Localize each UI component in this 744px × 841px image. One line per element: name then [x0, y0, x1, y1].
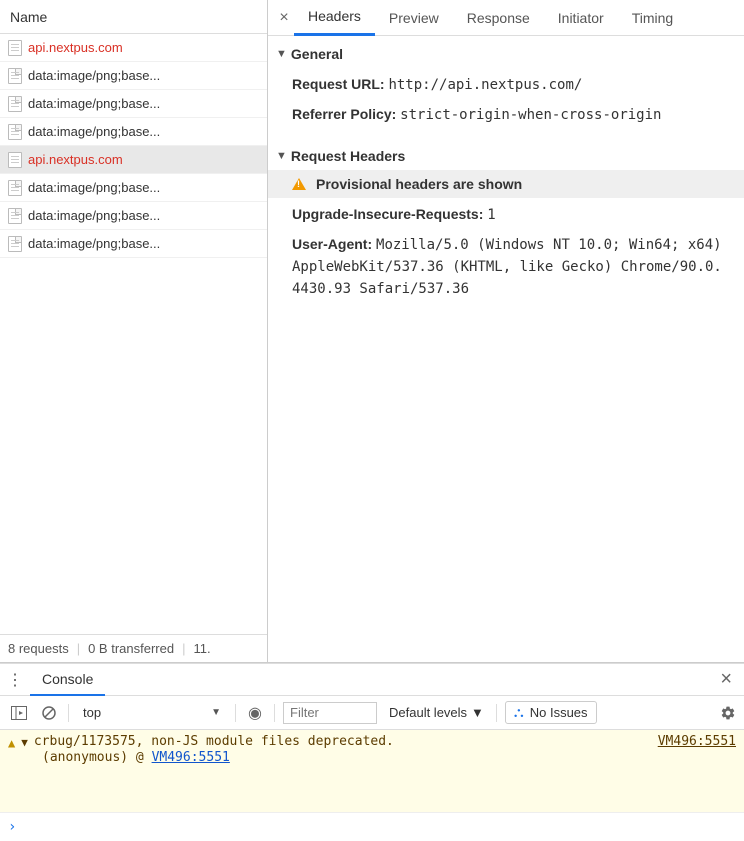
stack-trace-line: (anonymous) @ VM496:5551	[8, 750, 736, 765]
expand-triangle-icon[interactable]: ▼	[21, 736, 28, 749]
image-file-icon	[8, 236, 22, 252]
collapse-triangle-icon: ▼	[276, 150, 287, 162]
request-name: api.nextpus.com	[28, 152, 123, 167]
tab-initiator[interactable]: Initiator	[544, 0, 618, 36]
console-drawer: ⋮ Console × top ▼ ◉ Default levels ▼ ⛬ N…	[0, 663, 744, 841]
collapse-triangle-icon: ▼	[276, 48, 287, 60]
log-levels-selector[interactable]: Default levels ▼	[385, 705, 488, 720]
dropdown-icon: ▼	[471, 705, 484, 720]
request-headers-section-header[interactable]: ▼ Request Headers	[268, 140, 744, 170]
headers-content: ▼ General Request URL: http://api.nextpu…	[268, 36, 744, 662]
image-file-icon	[8, 180, 22, 196]
image-file-icon	[8, 68, 22, 84]
request-name: data:image/png;base...	[28, 180, 160, 195]
network-status-bar: 8 requests | 0 B transferred | 11.	[0, 634, 267, 662]
dropdown-icon: ▼	[211, 707, 221, 718]
header-row: Referrer Policy: strict-origin-when-cros…	[268, 100, 744, 130]
request-name: data:image/png;base...	[28, 124, 160, 139]
console-warning-message: crbug/1173575, non-JS module files depre…	[34, 734, 652, 749]
provisional-headers-warning: Provisional headers are shown	[268, 170, 744, 198]
request-row[interactable]: api.nextpus.com	[0, 34, 267, 62]
name-column-header[interactable]: Name	[0, 0, 267, 34]
request-row[interactable]: data:image/png;base...	[0, 118, 267, 146]
clear-console-button[interactable]	[38, 702, 60, 724]
document-file-icon	[8, 40, 22, 56]
toggle-sidebar-button[interactable]	[8, 702, 30, 724]
request-name: data:image/png;base...	[28, 68, 160, 83]
request-details-panel: × HeadersPreviewResponseInitiatorTiming …	[268, 0, 744, 662]
header-row: Request URL: http://api.nextpus.com/	[268, 70, 744, 100]
request-row[interactable]: data:image/png;base...	[0, 62, 267, 90]
console-settings-button[interactable]	[720, 705, 736, 721]
filter-input[interactable]	[283, 702, 377, 724]
drawer-tabs: ⋮ Console ×	[0, 664, 744, 696]
general-section-header[interactable]: ▼ General	[268, 38, 744, 68]
details-tabs: × HeadersPreviewResponseInitiatorTiming	[268, 0, 744, 36]
close-details-button[interactable]: ×	[274, 9, 294, 27]
request-list: api.nextpus.com data:image/png;base... dat…	[0, 34, 267, 634]
stack-source-link[interactable]: VM496:5551	[152, 750, 230, 765]
request-row[interactable]: data:image/png;base...	[0, 230, 267, 258]
issues-icon: ⛬	[514, 704, 524, 721]
message-source-link[interactable]: VM496:5551	[658, 734, 736, 749]
requests-count: 8 requests	[8, 641, 69, 656]
console-messages: ▲ ▼ crbug/1173575, non-JS module files d…	[0, 730, 744, 812]
header-row: Upgrade-Insecure-Requests: 1	[268, 200, 744, 230]
tab-timing[interactable]: Timing	[618, 0, 688, 36]
request-row[interactable]: api.nextpus.com	[0, 146, 267, 174]
tab-preview[interactable]: Preview	[375, 0, 453, 36]
image-file-icon	[8, 208, 22, 224]
network-requests-panel: Name api.nextpus.com data:image/png;base.…	[0, 0, 268, 662]
console-tab[interactable]: Console	[30, 664, 105, 696]
console-toolbar: top ▼ ◉ Default levels ▼ ⛬ No Issues	[0, 696, 744, 730]
console-prompt[interactable]: ›	[0, 812, 744, 841]
tab-headers[interactable]: Headers	[294, 0, 375, 36]
tab-response[interactable]: Response	[453, 0, 544, 36]
request-row[interactable]: data:image/png;base...	[0, 90, 267, 118]
status-extra: 11.	[193, 641, 210, 656]
warning-icon: ▲	[8, 736, 15, 750]
close-drawer-button[interactable]: ×	[714, 668, 738, 691]
image-file-icon	[8, 96, 22, 112]
live-expression-button[interactable]: ◉	[244, 702, 266, 724]
request-name: data:image/png;base...	[28, 208, 160, 223]
warning-icon	[292, 178, 306, 190]
drawer-menu-button[interactable]: ⋮	[6, 670, 24, 690]
image-file-icon	[8, 124, 22, 140]
header-row: User-Agent: Mozilla/5.0 (Windows NT 10.0…	[268, 230, 744, 304]
request-row[interactable]: data:image/png;base...	[0, 174, 267, 202]
request-row[interactable]: data:image/png;base...	[0, 202, 267, 230]
context-selector[interactable]: top ▼	[77, 701, 227, 725]
request-name: data:image/png;base...	[28, 96, 160, 111]
transferred-size: 0 B transferred	[88, 641, 174, 656]
document-file-icon	[8, 152, 22, 168]
request-name: data:image/png;base...	[28, 236, 160, 251]
request-name: api.nextpus.com	[28, 40, 123, 55]
issues-button[interactable]: ⛬ No Issues	[505, 701, 597, 724]
